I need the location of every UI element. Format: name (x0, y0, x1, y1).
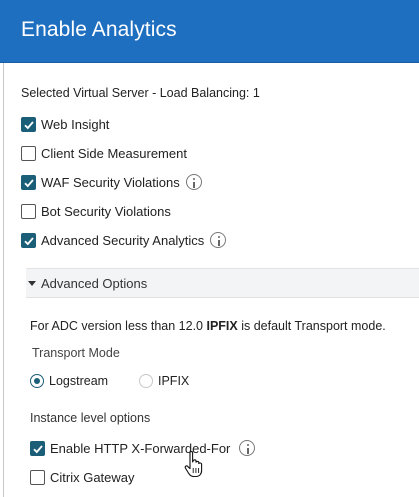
bot-security-violations-label: Bot Security Violations (41, 203, 171, 219)
dialog-title: Enable Analytics (21, 18, 177, 41)
logstream-label: Logstream (49, 374, 109, 388)
note-bold: IPFIX (206, 319, 238, 333)
instance-level-label: Instance level options (30, 411, 151, 425)
radio-logstream[interactable]: Logstream (30, 373, 108, 389)
radio-ipfix-button[interactable] (139, 374, 153, 388)
note-prefix: For ADC version less than 12.0 (30, 319, 207, 333)
info-icon[interactable] (239, 440, 256, 456)
advanced-security-analytics-label: Advanced Security Analytics (41, 232, 205, 248)
option-bot-security-violations[interactable]: Bot Security Violations (21, 202, 171, 220)
note-suffix: is default Transport mode. (237, 319, 386, 333)
checkbox-citrix-gateway[interactable] (30, 469, 45, 485)
checkbox-bot-security-violations[interactable] (21, 203, 36, 219)
option-advanced-security-analytics[interactable]: Advanced Security Analytics (21, 231, 227, 249)
checkbox-web-insight[interactable] (21, 116, 36, 132)
advanced-options-toggle[interactable]: Advanced Options (26, 268, 419, 298)
radio-ipfix[interactable]: IPFIX (139, 373, 189, 389)
option-citrix-gateway[interactable]: Citrix Gateway (30, 468, 135, 486)
info-icon[interactable] (185, 174, 202, 190)
checkbox-client-side-measurement[interactable] (21, 145, 36, 161)
checkbox-waf-security-violations[interactable] (21, 174, 36, 190)
checkbox-advanced-security-analytics[interactable] (21, 232, 36, 248)
citrix-gateway-label: Citrix Gateway (50, 469, 135, 485)
radio-logstream-button[interactable] (30, 374, 44, 388)
left-border (3, 63, 4, 497)
checkbox-enable-http-x-forwarded-for[interactable] (30, 440, 45, 456)
dialog-header: Enable Analytics (0, 0, 419, 63)
caret-down-icon (28, 280, 36, 286)
ipfix-label: IPFIX (158, 374, 190, 388)
waf-security-violations-label: WAF Security Violations (41, 174, 180, 190)
hand-cursor-icon (184, 450, 203, 478)
option-waf-security-violations[interactable]: WAF Security Violations (21, 173, 202, 191)
advanced-options-label: Advanced Options (41, 275, 148, 291)
selected-server-label: Selected Virtual Server - Load Balancing… (21, 86, 260, 100)
option-web-insight[interactable]: Web Insight (21, 115, 109, 133)
web-insight-label: Web Insight (41, 116, 110, 132)
option-enable-http-x-forwarded-for[interactable]: Enable HTTP X-Forwarded-For (30, 439, 256, 457)
client-side-measurement-label: Client Side Measurement (41, 145, 187, 161)
option-client-side-measurement[interactable]: Client Side Measurement (21, 144, 187, 162)
transport-mode-label: Transport Mode (32, 346, 120, 360)
transport-note: For ADC version less than 12.0 IPFIX is … (30, 319, 386, 333)
info-icon[interactable] (210, 232, 227, 248)
